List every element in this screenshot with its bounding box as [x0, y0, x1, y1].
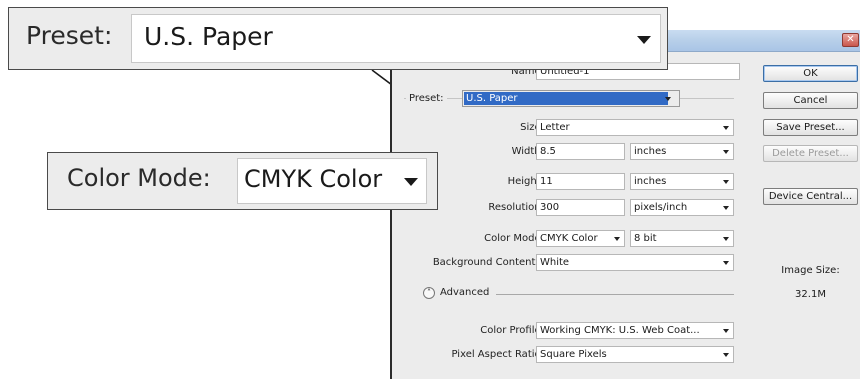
cancel-button[interactable]: Cancel [763, 92, 858, 109]
size-label: Size: [520, 122, 544, 133]
height-unit-select[interactable]: inches [630, 173, 734, 190]
color-mode-select[interactable]: CMYK Color [536, 230, 625, 247]
background-contents-label: Background Contents: [432, 257, 544, 268]
resolution-input[interactable]: 300 [536, 199, 625, 216]
device-central-button[interactable]: Device Central... [763, 188, 858, 205]
preset-callout-value: U.S. Paper [144, 22, 273, 51]
chevron-down-icon [723, 237, 729, 241]
image-size-value: 32.1M [795, 289, 826, 300]
color-mode-zoom-callout: Color Mode: CMYK Color [47, 152, 438, 210]
advanced-divider [496, 294, 734, 295]
size-select[interactable]: Letter [536, 119, 734, 136]
chevron-down-icon [723, 329, 729, 333]
bit-depth-value: 8 bit [634, 233, 657, 244]
width-unit-select[interactable]: inches [630, 143, 734, 160]
size-value: Letter [540, 122, 570, 133]
pixel-aspect-ratio-value: Square Pixels [540, 349, 607, 360]
resolution-unit-value: pixels/inch [634, 202, 688, 213]
height-unit-value: inches [634, 176, 667, 187]
advanced-toggle-icon[interactable]: ˄ [423, 287, 435, 299]
chevron-down-icon [723, 126, 729, 130]
color-mode-label: Color Mode: [484, 233, 544, 244]
preset-select[interactable]: U.S. Paper [462, 90, 680, 107]
image-size-label: Image Size: [781, 265, 840, 276]
width-label: Width: [511, 146, 544, 157]
background-contents-value: White [540, 257, 570, 268]
preset-label: Preset: [406, 93, 447, 104]
chevron-down-icon [404, 178, 418, 186]
resolution-label: Resolution: [488, 202, 544, 213]
ok-button[interactable]: OK [763, 65, 858, 82]
chevron-down-icon [723, 206, 729, 210]
color-profile-select[interactable]: Working CMYK: U.S. Web Coat... [536, 322, 734, 339]
chevron-down-icon [723, 353, 729, 357]
bit-depth-select[interactable]: 8 bit [630, 230, 734, 247]
chevron-down-icon [637, 36, 651, 44]
new-document-dialog: ✕ Name: Untitled-1 Preset: U.S. Paper Si… [390, 30, 860, 379]
color-mode-callout-field: CMYK Color [237, 158, 427, 204]
width-input[interactable]: 8.5 [536, 143, 625, 160]
color-profile-value: Working CMYK: U.S. Web Coat... [540, 325, 700, 336]
color-mode-value: CMYK Color [540, 233, 598, 244]
save-preset-button[interactable]: Save Preset... [763, 119, 858, 136]
preset-zoom-callout: Preset: U.S. Paper [8, 7, 668, 70]
delete-preset-button[interactable]: Delete Preset... [763, 145, 858, 162]
chevron-down-icon [665, 97, 671, 101]
close-icon[interactable]: ✕ [842, 33, 859, 47]
color-mode-callout-value: CMYK Color [244, 165, 383, 193]
preset-callout-field: U.S. Paper [131, 14, 661, 63]
chevron-down-icon [723, 150, 729, 154]
pixel-aspect-ratio-label: Pixel Aspect Ratio: [451, 349, 545, 360]
chevron-down-icon [723, 261, 729, 265]
pixel-aspect-ratio-select[interactable]: Square Pixels [536, 346, 734, 363]
color-mode-callout-label: Color Mode: [67, 164, 211, 192]
height-label: Height: [507, 176, 544, 187]
color-profile-label: Color Profile: [480, 325, 544, 336]
width-unit-value: inches [634, 146, 667, 157]
height-input[interactable]: 11 [536, 173, 625, 190]
advanced-label: Advanced [440, 287, 490, 298]
chevron-down-icon [723, 180, 729, 184]
resolution-unit-select[interactable]: pixels/inch [630, 199, 734, 216]
background-contents-select[interactable]: White [536, 254, 734, 271]
preset-callout-label: Preset: [26, 21, 113, 50]
chevron-down-icon [614, 237, 620, 241]
preset-selected-value: U.S. Paper [464, 92, 668, 105]
